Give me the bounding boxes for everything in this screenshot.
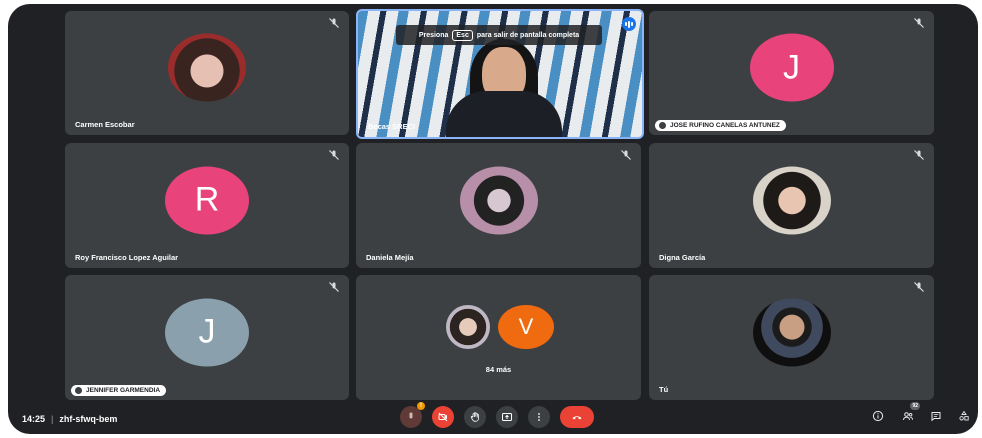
mic-off-icon (327, 281, 341, 295)
participant-name: JENNIFER GARMENDIA (86, 387, 161, 394)
mic-warning-badge: ! (417, 402, 425, 410)
mic-off-icon (912, 281, 926, 295)
participant-name: Daniela Mejía (366, 253, 414, 262)
participant-name: Becas SRECI (368, 122, 416, 131)
participant-tile-jose[interactable]: J JOSE RUFINO CANELAS ANTUNEZ (649, 11, 934, 135)
pin-icon (659, 122, 666, 129)
participant-tile-roy[interactable]: R Roy Francisco Lopez Aguilar (65, 143, 349, 268)
participant-tile-jennifer[interactable]: J JENNIFER GARMENDIA (65, 275, 349, 400)
meeting-code[interactable]: zhf-sfwq-bem (59, 414, 117, 424)
chat-icon[interactable] (928, 408, 944, 424)
people-icon[interactable]: 92 (900, 402, 920, 424)
hand-icon (470, 412, 479, 422)
mic-off-icon (327, 17, 341, 31)
participant-tile-daniela[interactable]: Daniela Mejía (356, 143, 641, 268)
camera-off-button[interactable] (432, 406, 454, 428)
more-vert-icon (538, 413, 540, 421)
raise-hand-button[interactable] (464, 406, 486, 428)
video-person-body (446, 91, 562, 137)
avatar (752, 298, 831, 367)
avatar: J (165, 298, 249, 367)
others-count: 84 más (485, 365, 512, 374)
meet-window: Carmen Escobar Presiona Esc para salir d… (8, 4, 978, 434)
esc-key: Esc (452, 29, 473, 41)
avatar-small (446, 305, 490, 349)
pin-icon (75, 387, 82, 394)
avatar-small: V (498, 305, 554, 349)
meeting-details: 14:25 | zhf-sfwq-bem (22, 414, 117, 424)
avatar (459, 166, 538, 235)
avatar: R (165, 166, 249, 235)
more-options-button[interactable] (528, 406, 550, 428)
participant-tile-digna[interactable]: Digna García (649, 143, 934, 268)
people-count-badge: 92 (910, 402, 920, 410)
avatar: J (749, 33, 834, 102)
participant-name: JOSE RUFINO CANELAS ANTUNEZ (670, 122, 780, 129)
participant-tile-carmen[interactable]: Carmen Escobar (65, 11, 349, 135)
meeting-info-icon[interactable] (870, 408, 886, 424)
mic-off-icon (912, 17, 926, 31)
participant-name: Digna García (659, 253, 706, 262)
participant-tile-self[interactable]: Tú (649, 275, 934, 400)
end-call-button[interactable] (560, 406, 594, 428)
participant-name: Roy Francisco Lopez Aguilar (75, 253, 179, 262)
separator: | (51, 414, 54, 424)
hang-up-icon (572, 416, 582, 420)
mic-off-icon (327, 149, 341, 163)
present-screen-button[interactable] (496, 406, 518, 428)
participant-name: Tú (659, 385, 669, 394)
clock: 14:25 (22, 414, 46, 424)
mic-icon (409, 412, 413, 419)
camera-off-icon (438, 412, 448, 422)
mic-button[interactable]: ! (400, 402, 425, 428)
participant-name-chip: JOSE RUFINO CANELAS ANTUNEZ (655, 120, 786, 131)
avatar (168, 33, 246, 102)
mic-off-icon (912, 149, 926, 163)
participant-name-chip: JENNIFER GARMENDIA (71, 385, 167, 396)
banner-text-post: para salir de pantalla completa (476, 31, 580, 39)
fullscreen-exit-banner: Presiona Esc para salir de pantalla comp… (396, 25, 602, 45)
mic-off-icon (619, 149, 633, 163)
banner-text-pre: Presiona (418, 31, 449, 39)
speaking-indicator-icon (622, 17, 636, 31)
participant-tile-presenter[interactable]: Presiona Esc para salir de pantalla comp… (356, 9, 644, 139)
present-icon (502, 413, 512, 421)
participant-name: Carmen Escobar (75, 120, 135, 129)
activities-icon[interactable] (956, 408, 972, 424)
avatar (752, 166, 831, 235)
others-tile[interactable]: V 84 más (356, 275, 641, 400)
